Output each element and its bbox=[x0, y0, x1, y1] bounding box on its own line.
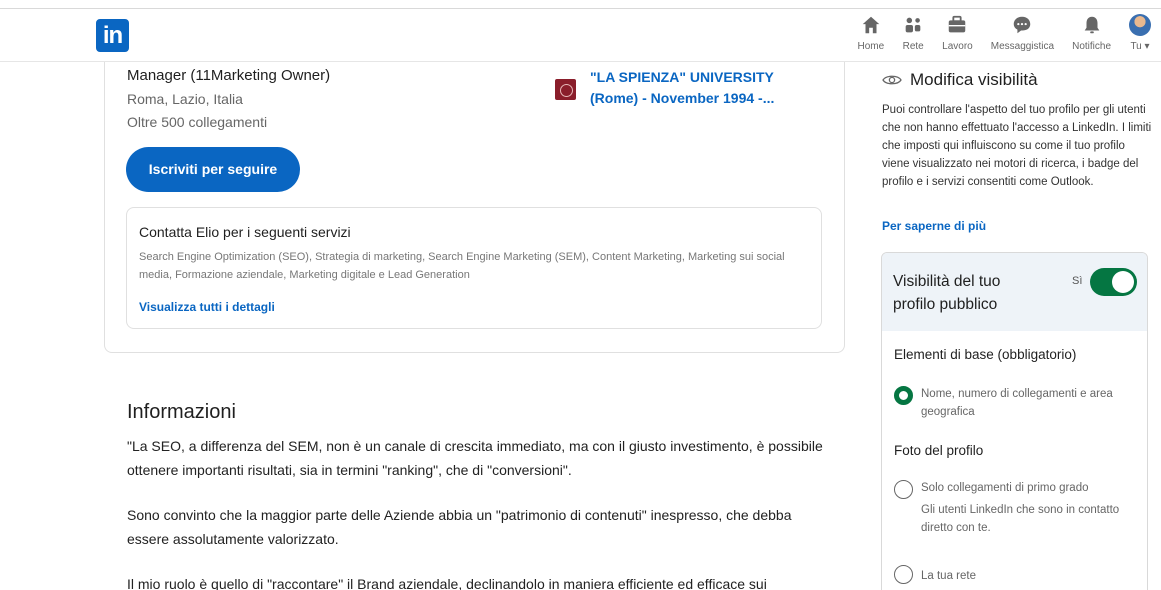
nav-label-lavoro: Lavoro bbox=[942, 41, 973, 52]
message-icon bbox=[1014, 16, 1031, 34]
option-first-degree-label: Solo collegamenti di primo grado bbox=[921, 482, 1089, 494]
services-box: Contatta Elio per i seguenti servizi Sea… bbox=[126, 207, 822, 329]
nav-label-rete: Rete bbox=[902, 41, 924, 52]
about-paragraph: Il mio ruolo è quello di "raccontare" il… bbox=[127, 576, 767, 590]
avatar bbox=[1129, 14, 1151, 36]
about-paragraph: Sono convinto che la maggior parte delle… bbox=[127, 507, 792, 547]
university-logo[interactable] bbox=[555, 79, 576, 100]
nav-label-home: Home bbox=[857, 41, 885, 52]
public-profile-visibility-card: Visibilità del tuo profilo pubblico Sì E… bbox=[881, 252, 1148, 590]
section-photo-title: Foto del profilo bbox=[894, 443, 984, 458]
profile-headline: Manager (11Marketing Owner) bbox=[127, 67, 331, 84]
linkedin-logo[interactable]: in bbox=[96, 19, 129, 52]
nav-item-rete[interactable]: Rete bbox=[902, 14, 924, 52]
about-paragraph: "La SEO, a differenza del SEM, non è un … bbox=[127, 438, 823, 478]
learn-more-link[interactable]: Per saperne di più bbox=[882, 219, 986, 233]
nav-item-notifiche[interactable]: Notifiche bbox=[1072, 14, 1111, 52]
home-icon bbox=[862, 16, 880, 34]
profile-location: Roma, Lazio, Italia bbox=[127, 91, 243, 107]
visibility-card-header: Visibilità del tuo profilo pubblico Sì bbox=[882, 253, 1147, 331]
visibility-title: Modifica visibilità bbox=[910, 70, 1038, 89]
nav-label-tu: Tu ▾ bbox=[1130, 41, 1150, 52]
visibility-card-title: Visibilità del tuo profilo pubblico bbox=[893, 273, 1001, 313]
visibility-heading: Modifica visibilità bbox=[882, 70, 1038, 90]
nav-label-messaggistica: Messaggistica bbox=[990, 41, 1055, 52]
visibility-description: Puoi controllare l'aspetto del tuo profi… bbox=[882, 104, 1152, 188]
nav-items: Home Rete Lavoro Messaggistica Notifiche… bbox=[839, 14, 1151, 52]
radio-network[interactable] bbox=[894, 565, 913, 584]
option-network-label: La tua rete bbox=[921, 570, 976, 582]
eye-icon bbox=[882, 75, 902, 85]
services-title: Contatta Elio per i seguenti servizi bbox=[139, 224, 351, 240]
profile-connections[interactable]: Oltre 500 collegamenti bbox=[127, 114, 267, 130]
visibility-toggle[interactable] bbox=[1090, 268, 1137, 296]
bell-icon bbox=[1084, 16, 1099, 34]
services-list: Search Engine Optimization (SEO), Strate… bbox=[139, 251, 785, 281]
nav-item-messaggistica[interactable]: Messaggistica bbox=[991, 14, 1054, 52]
radio-first-degree[interactable] bbox=[894, 480, 913, 499]
nav-item-tu[interactable]: Tu ▾ bbox=[1129, 14, 1151, 52]
option-first-degree: Solo collegamenti di primo grado Gli ute… bbox=[921, 479, 1136, 537]
nav-label-notifiche: Notifiche bbox=[1072, 41, 1111, 52]
top-navigation: in Home Rete Lavoro Messaggistica Notifi… bbox=[0, 0, 1161, 62]
follow-button[interactable]: Iscriviti per seguire bbox=[126, 147, 300, 192]
radio-basic[interactable] bbox=[894, 386, 913, 405]
nav-item-home[interactable]: Home bbox=[857, 14, 884, 52]
option-basic-label: Nome, numero di collegamenti e area geog… bbox=[921, 388, 1113, 418]
briefcase-icon bbox=[949, 15, 966, 33]
section-basic-title: Elementi di base (obbligatorio) bbox=[894, 347, 1077, 362]
nav-item-lavoro[interactable]: Lavoro bbox=[942, 14, 973, 52]
about-title: Informazioni bbox=[127, 401, 236, 423]
network-icon bbox=[905, 17, 921, 33]
services-details-link[interactable]: Visualizza tutti i dettagli bbox=[139, 300, 275, 314]
browser-edge bbox=[0, 0, 1161, 9]
education-link[interactable]: "LA SPIENZA" UNIVERSITY (Rome) - Novembe… bbox=[590, 67, 820, 109]
toggle-label: Sì bbox=[1072, 275, 1083, 287]
option-first-degree-desc: Gli utenti LinkedIn che sono in contatto… bbox=[921, 504, 1120, 534]
